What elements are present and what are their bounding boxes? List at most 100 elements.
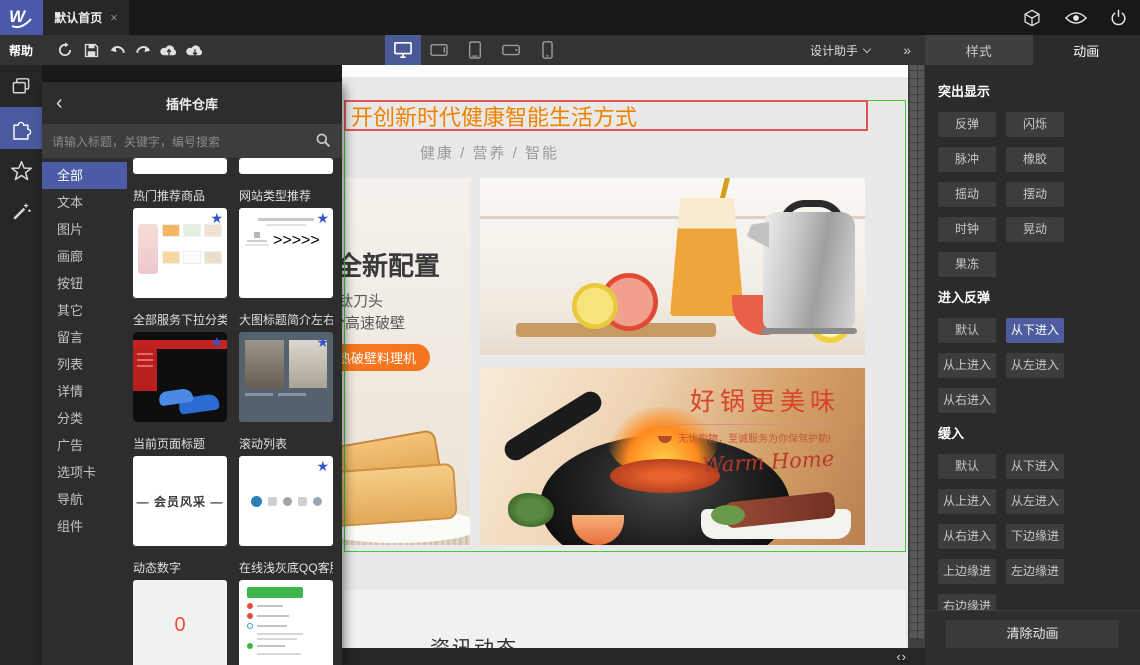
news-section[interactable]: 资讯动态	[344, 590, 906, 648]
code-view-icon[interactable]: ‹›	[896, 648, 907, 665]
desktop-icon[interactable]	[385, 35, 421, 65]
category-item[interactable]: 画廊	[42, 243, 127, 270]
page-main-title[interactable]: 开创新时代健康智能生活方式	[346, 100, 637, 132]
anim-button[interactable]: 左边缘进	[1006, 559, 1064, 584]
anim-button[interactable]: 从右进入	[938, 388, 996, 413]
plugin-card-partial[interactable]	[133, 158, 227, 174]
plugin-card-partial[interactable]	[239, 158, 333, 174]
back-chevron-icon[interactable]: ‹	[56, 82, 63, 124]
category-item[interactable]: 分类	[42, 405, 127, 432]
tab-style[interactable]: 样式	[925, 35, 1033, 65]
category-item[interactable]: 列表	[42, 351, 127, 378]
refresh-icon[interactable]	[52, 35, 78, 65]
help-button[interactable]: 帮助	[0, 35, 42, 65]
plugin-item-card[interactable]: 0	[133, 580, 227, 665]
search-icon[interactable]	[315, 132, 332, 149]
tablet-landscape-icon[interactable]	[421, 35, 457, 65]
anim-button[interactable]: 时钟	[938, 217, 996, 242]
plugin-panel-title: 插件仓库	[165, 96, 218, 112]
phone-landscape-icon[interactable]	[493, 35, 529, 65]
design-canvas[interactable]: 资讯动态 全新配置 钛刀头 分高速破壁 热破壁料理机	[342, 65, 908, 648]
anim-button[interactable]: 脉冲	[938, 147, 996, 172]
tab-default-home[interactable]: 默认首页 ×	[43, 0, 129, 35]
anim-button[interactable]: 反弹	[938, 112, 996, 137]
anim-button[interactable]: 橡胶	[1006, 147, 1064, 172]
design-assistant-button[interactable]: 设计助手	[810, 35, 872, 65]
tablet-portrait-icon[interactable]	[457, 35, 493, 65]
cloud-download-icon[interactable]	[182, 35, 208, 65]
star-icon[interactable]: ★	[316, 335, 329, 349]
phone-portrait-icon[interactable]	[529, 35, 565, 65]
category-item[interactable]: 留言	[42, 324, 127, 351]
plugin-item-card[interactable]: >>>>> ★	[239, 208, 333, 298]
category-item[interactable]: 选项卡	[42, 459, 127, 486]
canvas-scrollbar-track[interactable]	[908, 65, 925, 648]
thumb-shape	[247, 240, 267, 242]
category-item[interactable]: 全部	[42, 162, 127, 189]
anim-button[interactable]: 从右进入	[938, 524, 996, 549]
pages-icon[interactable]	[0, 65, 42, 107]
star-icon[interactable]: ★	[210, 335, 223, 349]
redo-icon[interactable]	[130, 35, 156, 65]
plugin-item-card[interactable]: ★	[133, 208, 227, 298]
tab-close-icon[interactable]: ×	[110, 10, 118, 25]
anim-button[interactable]: 下边缘进	[1006, 524, 1064, 549]
anim-button[interactable]: 上边缘进	[938, 559, 996, 584]
preview-eye-icon[interactable]	[1056, 0, 1096, 35]
plugin-item-card[interactable]: — 会员风采 —	[133, 456, 227, 546]
plugin-item-card[interactable]	[239, 580, 333, 665]
plugin-library-panel: ‹ 插件仓库 请输入标题，关键字，编号搜索 全部 文本 图片 画廊 按钮 其它 留言 列表 详情…	[42, 82, 342, 665]
page-subtitle[interactable]: 健康 / 营养 / 智能	[420, 142, 559, 163]
anim-button[interactable]: 从下进入	[1006, 318, 1064, 343]
thumb-shape	[137, 353, 153, 355]
plugin-item-card[interactable]: ★	[239, 456, 333, 546]
anim-button[interactable]: 从上进入	[938, 489, 996, 514]
plugin-item-card[interactable]: ★	[133, 332, 227, 422]
category-item[interactable]: 广告	[42, 432, 127, 459]
star-icon[interactable]: ★	[210, 211, 223, 225]
plugin-icon[interactable]	[0, 107, 42, 149]
category-item[interactable]: 详情	[42, 378, 127, 405]
category-item[interactable]: 组件	[42, 513, 127, 540]
wok-banner-image[interactable]: 好锅更美味 无忧购物，至诚服务为你保驾护航! Warm Home	[480, 368, 865, 545]
category-item[interactable]: 图片	[42, 216, 127, 243]
kettle-banner-image[interactable]	[480, 178, 865, 355]
publish-box-icon[interactable]	[1012, 0, 1052, 35]
anim-button[interactable]: 摇动	[938, 182, 996, 207]
favorites-icon[interactable]	[0, 149, 42, 191]
news-section-title[interactable]: 资讯动态	[430, 632, 518, 648]
anim-button[interactable]: 果冻	[938, 252, 996, 277]
star-icon[interactable]: ★	[316, 459, 329, 473]
app-logo[interactable]: W	[0, 0, 43, 35]
magic-wand-icon[interactable]	[0, 191, 42, 233]
anim-button[interactable]: 从左进入	[1006, 353, 1064, 378]
power-icon[interactable]	[1098, 0, 1138, 35]
save-icon[interactable]	[78, 35, 104, 65]
canvas-scrollbar-thumb[interactable]	[909, 65, 924, 639]
thumb-shape	[257, 645, 285, 647]
anim-button[interactable]: 从左进入	[1006, 489, 1064, 514]
category-item[interactable]: 按钮	[42, 270, 127, 297]
tab-animation[interactable]: 动画	[1032, 35, 1140, 65]
category-item[interactable]: 导航	[42, 486, 127, 513]
cloud-upload-icon[interactable]	[156, 35, 182, 65]
banner-left-image[interactable]: 全新配置 钛刀头 分高速破壁 热破壁料理机	[342, 178, 470, 545]
star-icon[interactable]: ★	[316, 211, 329, 225]
anim-button[interactable]: 晃动	[1006, 217, 1064, 242]
plugin-search-box[interactable]: 请输入标题，关键字，编号搜索	[42, 124, 342, 158]
thumb-text: 0	[133, 580, 227, 665]
thumb-shape	[247, 613, 253, 619]
anim-button[interactable]: 闪烁	[1006, 112, 1064, 137]
clear-animation-button[interactable]: 清除动画	[946, 620, 1119, 648]
toolbar-more-button[interactable]: »	[903, 35, 911, 65]
undo-icon[interactable]	[104, 35, 130, 65]
anim-button[interactable]: 摆动	[1006, 182, 1064, 207]
category-item[interactable]: 文本	[42, 189, 127, 216]
category-item[interactable]: 其它	[42, 297, 127, 324]
selected-title-element[interactable]: 开创新时代健康智能生活方式	[344, 100, 868, 131]
plugin-item-card[interactable]: ★	[239, 332, 333, 422]
anim-button[interactable]: 默认	[938, 318, 996, 343]
anim-button[interactable]: 默认	[938, 454, 996, 479]
anim-button[interactable]: 从下进入	[1006, 454, 1064, 479]
anim-button[interactable]: 从上进入	[938, 353, 996, 378]
